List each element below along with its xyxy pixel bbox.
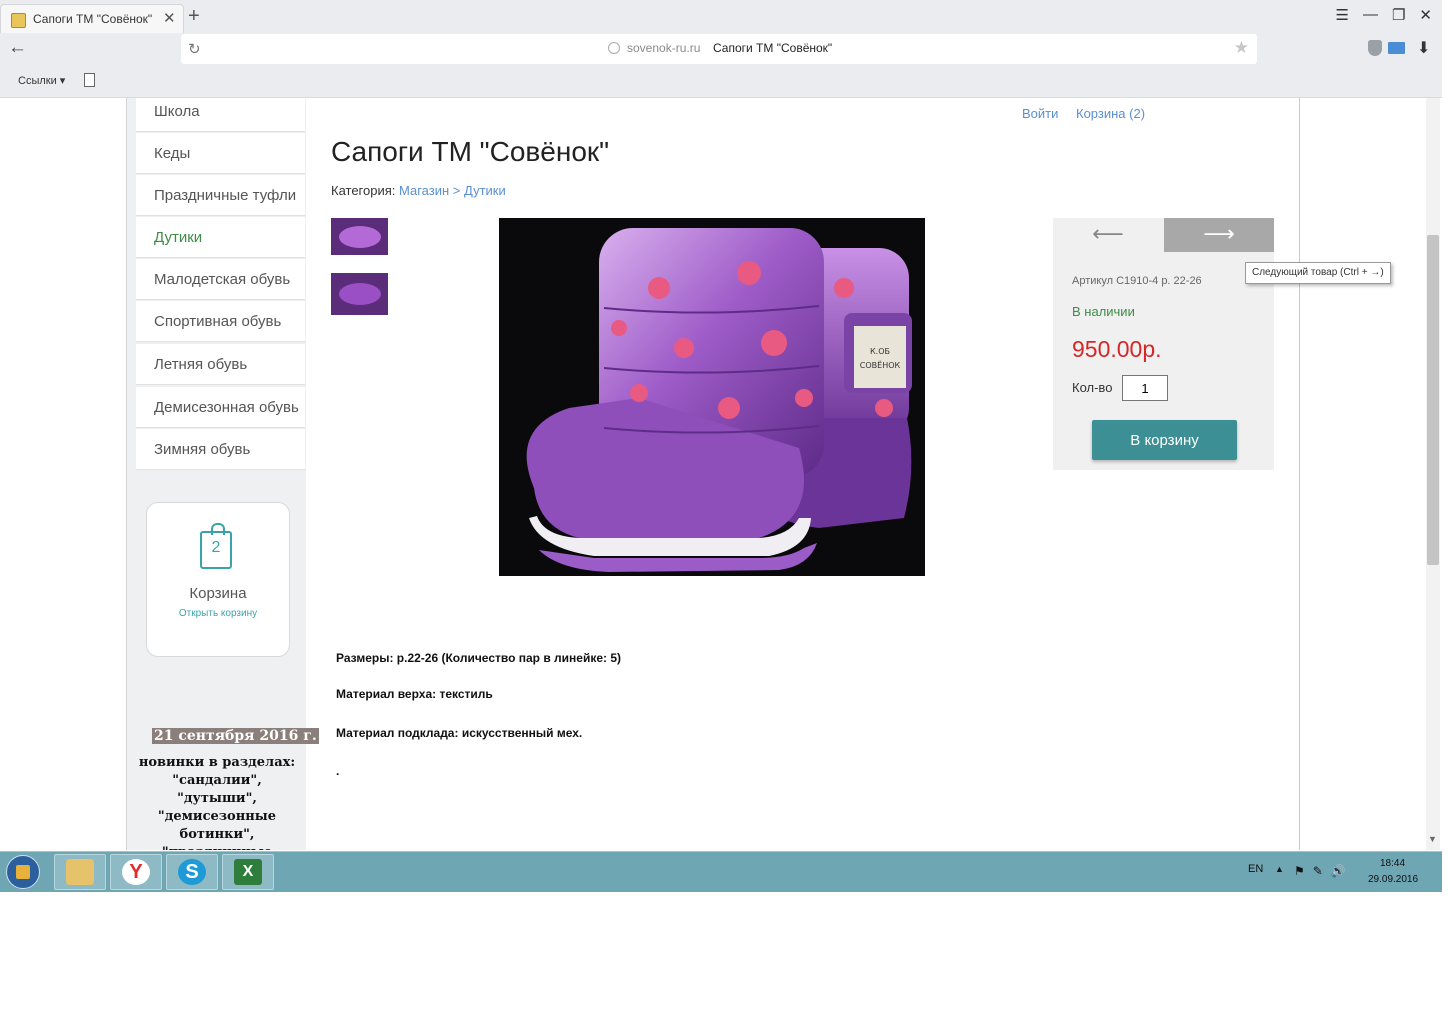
clock-time[interactable]: 18:44 (1380, 858, 1405, 869)
boots-illustration: К.ОБ СОВЁНОК (526, 228, 912, 572)
owl-favicon-icon (11, 13, 26, 28)
breadcrumb-shop-link[interactable]: Магазин (399, 183, 449, 198)
product-sku: Артикул С1910-4 р. 22-26 (1072, 275, 1202, 287)
bookmark-star-icon[interactable]: ★ (1234, 38, 1249, 58)
availability-status: В наличии (1072, 304, 1135, 319)
tray-expand-icon[interactable]: ▲ (1275, 864, 1284, 874)
breadcrumb-separator: > (449, 183, 464, 198)
cart-count: 2 (211, 539, 221, 556)
quantity-label: Кол-во (1072, 380, 1113, 395)
cart-link[interactable]: Корзина (2) (1076, 106, 1145, 121)
quantity-input[interactable] (1122, 375, 1168, 401)
product-thumbnail-1[interactable] (331, 218, 388, 255)
download-icon[interactable]: ⬇ (1417, 38, 1430, 58)
sidebar-item-winter-shoes[interactable]: Зимняя обувь (136, 429, 305, 470)
taskbar-skype[interactable]: S (166, 854, 218, 890)
boot-label-brand: СОВЁНОК (860, 360, 901, 370)
close-window-icon[interactable]: ✕ (1419, 6, 1432, 24)
tab-close-icon[interactable]: ✕ (163, 9, 176, 27)
thumbnail-sole (339, 226, 381, 248)
product-main-image[interactable]: К.ОБ СОВЁНОК (499, 218, 925, 576)
sidebar-item-sneakers[interactable]: Кеды (136, 133, 305, 174)
action-center-flag-icon[interactable]: ⚑ (1294, 864, 1305, 878)
scrollbar-thumb[interactable] (1427, 235, 1439, 565)
news-date: 21 сентября 2016 г. (152, 728, 319, 744)
prev-product-button[interactable]: ⟵ (1053, 218, 1163, 252)
excel-icon: X (234, 859, 262, 885)
web-page: Школа Кеды Праздничные туфли Дутики Мало… (0, 98, 1442, 850)
bookmarks-links[interactable]: Ссылки ▾ (18, 74, 65, 87)
page-title: Сапоги ТМ "Совёнок" (331, 136, 610, 167)
tab-title: Сапоги ТМ "Совёнок" (33, 12, 153, 26)
start-button[interactable] (6, 855, 40, 889)
address-page-title: Сапоги ТМ "Совёнок" (713, 41, 833, 55)
address-host: sovenok-ru.ru (627, 41, 701, 55)
content-border (1299, 98, 1300, 850)
product-price: 950.00р. (1072, 336, 1162, 362)
shield-icon[interactable] (1368, 40, 1382, 56)
boot-label-text: К.ОБ (870, 347, 890, 356)
browser-chrome: Сапоги ТМ "Совёнок" ✕ + ☰ — ❐ ✕ ← ↻ sove… (0, 0, 1442, 98)
reload-icon[interactable]: ↻ (188, 40, 201, 58)
system-tray: ⚑ ✎ 🔊 (1294, 864, 1346, 878)
windows-logo-icon (16, 865, 30, 879)
breadcrumb: Категория: Магазин > Дутики (331, 183, 506, 198)
sidebar-item-festive-shoes[interactable]: Праздничные туфли (136, 175, 305, 216)
product-thumbnail-2[interactable] (331, 273, 388, 315)
taskbar: Y S X EN ▲ ⚑ ✎ 🔊 18:44 29.09.2016 (0, 851, 1442, 892)
scroll-down-icon[interactable]: ▼ (1428, 834, 1437, 844)
skype-icon: S (178, 859, 206, 885)
news-text: новинки в разделах: "сандалии", "дутыши"… (138, 755, 296, 850)
sidebar: Школа Кеды Праздничные туфли Дутики Мало… (126, 98, 319, 850)
sidebar-item-school[interactable]: Школа (136, 98, 305, 132)
clock-date[interactable]: 29.09.2016 (1368, 874, 1418, 885)
sidebar-item-summer-shoes[interactable]: Летняя обувь (136, 344, 305, 385)
description-lining-material: Материал подклада: искусственный мех. (336, 726, 583, 740)
description-dot: . (336, 764, 340, 778)
sidebar-cart-widget[interactable]: 2 Корзина Открыть корзину (146, 502, 290, 657)
breadcrumb-label: Категория: (331, 183, 399, 198)
bag-handle (211, 523, 225, 535)
cart-label: Корзина (189, 585, 247, 602)
sidebar-item-demiseason-shoes[interactable]: Демисезонная обувь (136, 387, 305, 428)
language-indicator[interactable]: EN (1248, 863, 1263, 875)
taskbar-explorer[interactable] (54, 854, 106, 890)
sidebar-item-toddler-shoes[interactable]: Малодетская обувь (136, 259, 305, 300)
thumbnail-boot (339, 283, 381, 305)
login-link[interactable]: Войти (1022, 106, 1058, 121)
taskbar-excel[interactable]: X (222, 854, 274, 890)
next-product-button[interactable]: ⟶ (1164, 218, 1274, 252)
sidebar-item-dutiki[interactable]: Дутики (136, 217, 305, 258)
volume-icon[interactable]: 🔊 (1331, 864, 1346, 878)
menu-icon[interactable]: ☰ (1336, 6, 1349, 24)
folder-icon (66, 859, 94, 885)
document-icon[interactable] (84, 73, 95, 87)
add-to-cart-button[interactable]: В корзину (1092, 420, 1237, 460)
open-cart-link[interactable]: Открыть корзину (147, 608, 289, 619)
purchase-panel: ⟵ ⟶ Артикул С1910-4 р. 22-26 В наличии 9… (1053, 218, 1274, 470)
mail-icon[interactable] (1388, 42, 1405, 54)
restore-icon[interactable]: ❐ (1392, 6, 1405, 24)
minimize-icon[interactable]: — (1363, 6, 1378, 24)
description-upper-material: Материал верха: текстиль (336, 687, 493, 701)
back-arrow-icon[interactable]: ← (8, 37, 27, 59)
yandex-icon: Y (122, 859, 150, 885)
site-info-icon[interactable] (608, 42, 620, 54)
next-product-tooltip: Следующий товар (Ctrl + →) (1245, 262, 1391, 284)
shopping-bag-icon: 2 (200, 523, 232, 569)
new-tab-button[interactable]: + (188, 5, 200, 28)
sidebar-item-sport-shoes[interactable]: Спортивная обувь (136, 301, 305, 342)
address-bar[interactable]: ↻ sovenok-ru.ru Сапоги ТМ "Совёнок" ★ (181, 34, 1257, 64)
description-sizes: Размеры: р.22-26 (Количество пар в линей… (336, 651, 622, 665)
window-controls: ☰ — ❐ ✕ (1336, 6, 1432, 24)
taskbar-yandex-browser[interactable]: Y (110, 854, 162, 890)
browser-tab[interactable]: Сапоги ТМ "Совёнок" ✕ (0, 4, 184, 33)
breadcrumb-dutiki-link[interactable]: Дутики (464, 183, 506, 198)
tray-app-icon[interactable]: ✎ (1313, 864, 1323, 878)
